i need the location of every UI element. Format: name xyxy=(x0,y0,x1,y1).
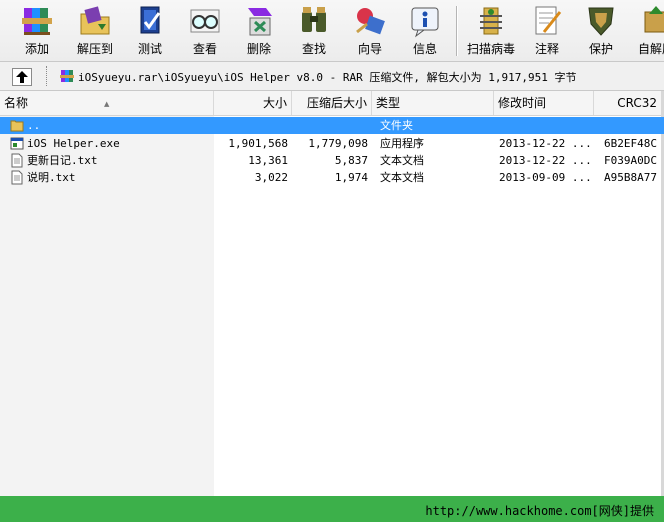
info-button[interactable]: 信息 xyxy=(398,2,452,60)
up-arrow-icon xyxy=(16,71,28,83)
list-item-readme-txt[interactable]: 说明.txt 3,022 1,974 文本文档 2013-09-09 ... A… xyxy=(0,169,664,186)
file-packed-size: 1,974 xyxy=(334,171,368,184)
protect-label: 保护 xyxy=(588,42,613,56)
toolbar: 添加 解压到 测试 查看 删除 查找 向导 信息 扫描病毒 注释 保护 自解 xyxy=(0,0,664,62)
file-crc xyxy=(594,117,657,134)
file-name: iOS Helper.exe xyxy=(27,137,120,150)
extract-to-button[interactable]: 解压到 xyxy=(66,2,124,60)
up-folder-button[interactable] xyxy=(12,68,32,86)
test-archive-icon xyxy=(140,6,161,34)
column-header-type[interactable]: 类型 xyxy=(372,91,494,115)
address-bar: iOSyueyu.rar\iOSyueyu\iOS Helper v8.0 - … xyxy=(0,62,664,91)
view-button[interactable]: 查看 xyxy=(178,2,232,60)
file-modified: 2013-12-22 ... xyxy=(499,154,592,167)
comment-label: 注释 xyxy=(534,42,559,56)
file-type: 文件夹 xyxy=(380,119,413,132)
virus-scan-label: 扫描病毒 xyxy=(466,42,515,56)
file-modified: 2013-12-22 ... xyxy=(499,137,592,150)
file-packed-size: 5,837 xyxy=(334,154,368,167)
address-grip xyxy=(46,66,50,86)
add-button[interactable]: 添加 xyxy=(8,2,66,60)
wizard-icon xyxy=(356,8,385,35)
text-file-icon xyxy=(11,153,23,168)
file-crc: F039A0DC xyxy=(604,154,657,167)
delete-button[interactable]: 删除 xyxy=(232,2,286,60)
comment-icon xyxy=(535,6,562,35)
file-size: 13,361 xyxy=(248,154,288,167)
view-glasses-icon xyxy=(190,9,220,33)
info-icon xyxy=(411,7,439,38)
column-header-size[interactable]: 大小 xyxy=(214,91,292,115)
add-books-icon xyxy=(22,8,52,35)
extract-to-label: 解压到 xyxy=(76,42,113,56)
column-packed-label: 压缩后大小 xyxy=(306,96,367,110)
text-file-icon xyxy=(11,170,23,185)
column-modified-label: 修改时间 xyxy=(498,96,547,110)
file-packed-size xyxy=(292,117,368,134)
delete-recycle-icon xyxy=(248,8,272,36)
find-binoculars-icon xyxy=(302,7,326,32)
rar-archive-icon xyxy=(60,70,74,82)
list-item-update-log-txt[interactable]: 更新日记.txt 13,361 5,837 文本文档 2013-12-22 ..… xyxy=(0,152,664,169)
info-label: 信息 xyxy=(412,42,437,56)
delete-label: 删除 xyxy=(246,42,271,56)
file-name: 说明.txt xyxy=(27,171,76,184)
sfx-button[interactable]: 自解压 xyxy=(630,2,664,60)
sort-ascending-icon: ▲ xyxy=(104,100,110,108)
comment-button[interactable]: 注释 xyxy=(522,2,572,60)
wizard-button[interactable]: 向导 xyxy=(342,2,398,60)
virus-scan-button[interactable]: 扫描病毒 xyxy=(460,2,522,60)
protect-shield-icon xyxy=(588,7,614,36)
file-name: .. xyxy=(27,119,41,132)
column-size-label: 大小 xyxy=(262,96,287,110)
toolbar-separator xyxy=(456,6,458,56)
test-button[interactable]: 测试 xyxy=(122,2,178,60)
file-crc: 6B2EF48C xyxy=(604,137,657,150)
column-name-label: 名称 xyxy=(4,96,29,110)
sfx-label: 自解压 xyxy=(637,42,664,56)
virus-scan-icon xyxy=(480,7,502,35)
extract-folder-icon xyxy=(80,6,110,35)
column-header-crc[interactable]: CRC32 xyxy=(594,91,661,115)
file-packed-size: 1,779,098 xyxy=(308,137,368,150)
file-modified xyxy=(499,117,594,134)
column-crc-label: CRC32 xyxy=(617,96,657,110)
watermark-footer: http://www.hackhome.com[网侠]提供 xyxy=(0,496,664,522)
watermark-text: http://www.hackhome.com[网侠]提供 xyxy=(425,504,654,518)
view-label: 查看 xyxy=(192,42,217,56)
find-button[interactable]: 查找 xyxy=(286,2,342,60)
folder-icon xyxy=(10,120,24,132)
file-name: 更新日记.txt xyxy=(27,154,98,167)
archive-path: iOSyueyu.rar\iOSyueyu\iOS Helper v8.0 - … xyxy=(78,71,577,84)
file-size: 1,901,568 xyxy=(228,137,288,150)
column-header-name[interactable]: 名称 ▲ xyxy=(0,91,214,115)
list-item-ios-helper-exe[interactable]: iOS Helper.exe 1,901,568 1,779,098 应用程序 … xyxy=(0,135,664,152)
add-label: 添加 xyxy=(24,42,49,56)
file-size xyxy=(214,117,288,134)
file-list-header: 名称 ▲ 大小 压缩后大小 类型 修改时间 CRC32 xyxy=(0,91,664,116)
find-label: 查找 xyxy=(301,42,326,56)
sfx-icon xyxy=(644,6,664,33)
column-header-packed[interactable]: 压缩后大小 xyxy=(292,91,372,115)
column-header-modified[interactable]: 修改时间 xyxy=(494,91,594,115)
test-label: 测试 xyxy=(137,42,162,56)
file-size: 3,022 xyxy=(254,171,288,184)
list-item-parent-folder[interactable]: .. 文件夹 xyxy=(0,117,664,134)
file-modified: 2013-09-09 ... xyxy=(499,171,592,184)
file-type: 应用程序 xyxy=(380,137,424,150)
file-crc: A95B8A77 xyxy=(604,171,657,184)
exe-file-icon xyxy=(10,137,24,150)
wizard-label: 向导 xyxy=(357,42,382,56)
file-type: 文本文档 xyxy=(380,171,424,184)
protect-button[interactable]: 保护 xyxy=(574,2,628,60)
column-type-label: 类型 xyxy=(376,96,401,110)
file-type: 文本文档 xyxy=(380,154,424,167)
